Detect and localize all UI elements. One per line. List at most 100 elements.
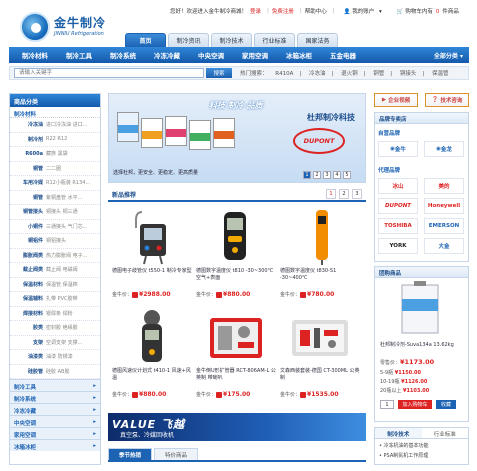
brand-logo[interactable]: 大金 bbox=[424, 238, 464, 254]
product-card[interactable]: 金牛倒U形扩管器 RCT-806AM-L 公英制 带喇叭 金牛价： ¥175.00 bbox=[194, 308, 278, 403]
nav-item[interactable]: 冰箱冰柜 bbox=[277, 50, 321, 60]
category-label[interactable]: 截止阀类 bbox=[10, 266, 46, 273]
category-subitems[interactable]: 铜接头 铜三通 bbox=[46, 208, 78, 215]
sidebar-category-row[interactable]: 铜管 二二圈 bbox=[10, 162, 100, 176]
category-subitems[interactable]: 藏族 黑袋 bbox=[46, 150, 68, 157]
category-label[interactable]: 车用冷媒 bbox=[10, 179, 46, 186]
brand-logo[interactable]: TOSHIBA bbox=[378, 218, 418, 234]
sidebar-category-row[interactable]: R600a 藏族 黑袋 bbox=[10, 147, 100, 162]
nav-item[interactable]: 中央空调 bbox=[189, 50, 233, 60]
nav-item[interactable]: 家用空调 bbox=[233, 50, 277, 60]
tab-season-hot[interactable]: 季节热销 bbox=[108, 448, 152, 460]
sidebar-category-row[interactable]: 制冷剂 R22 R12 bbox=[10, 133, 100, 147]
category-subitems[interactable]: 扎带 PVC胶带 bbox=[46, 295, 78, 302]
banner-page[interactable]: 2 bbox=[313, 171, 321, 179]
nav-item[interactable]: 制冷系统 bbox=[101, 50, 145, 60]
category-label[interactable]: 铜管接头 bbox=[10, 208, 46, 215]
sidebar-category-row[interactable]: 截止阀类 截止阀 电磁阀 bbox=[10, 263, 100, 278]
product-card[interactable]: 文森西装套装-德国 CT-300ML 公英制 金牛价： ¥1535.00 bbox=[278, 308, 362, 403]
category-label[interactable]: 硅胶管 bbox=[10, 368, 46, 375]
category-label[interactable]: 冷冻油 bbox=[10, 121, 46, 128]
refrigerant-cylinder-image[interactable] bbox=[398, 281, 442, 335]
sidebar-bottom-category[interactable]: 中央空调 ▸ bbox=[10, 415, 100, 427]
brand-logo[interactable]: 冰山 bbox=[378, 178, 418, 194]
search-button[interactable]: 搜索 bbox=[206, 68, 232, 78]
banner-page[interactable]: 1 bbox=[303, 171, 311, 179]
hot-link[interactable]: 退火铜 bbox=[341, 71, 358, 77]
tab-law[interactable]: 国家法务 bbox=[297, 33, 338, 47]
category-label[interactable]: 焊接材料 bbox=[10, 310, 46, 317]
site-logo[interactable]: 金牛制冷 JINNIU Refrigeration bbox=[20, 12, 115, 46]
tab-tech[interactable]: 制冷技术 bbox=[211, 33, 252, 47]
tab-tech-news[interactable]: 制冷技术 bbox=[375, 428, 422, 438]
promo-banner[interactable]: 科技 制冷 品质 杜邦制冷科技 DUPONT 选择杜邦，更安全、更稳定、更高质量… bbox=[108, 93, 366, 183]
product-card[interactable]: 德图数字温度仪 t830-S1 -30~400℃ 金牛价： ¥780.00 bbox=[278, 208, 362, 303]
tab-home[interactable]: 首页 bbox=[125, 33, 166, 47]
product-name[interactable]: 金牛倒U形扩管器 RCT-806AM-L 公英制 带喇叭 bbox=[196, 368, 276, 382]
sidebar-bottom-category[interactable]: 冷冻冷藏 ▸ bbox=[10, 403, 100, 415]
sidebar-category-row[interactable]: 铜铝件 铜铝接头 bbox=[10, 234, 100, 249]
banner-page[interactable]: 5 bbox=[343, 171, 351, 179]
brand-logo[interactable]: EMERSON bbox=[424, 218, 464, 234]
nav-item[interactable]: 五金电器 bbox=[321, 50, 365, 60]
banner-page[interactable]: 4 bbox=[333, 171, 341, 179]
brand-logo[interactable]: 美的 bbox=[424, 178, 464, 194]
tab-industry-standards[interactable]: 行业标准 bbox=[422, 428, 469, 438]
sidebar-category-row[interactable]: 铜管 紫铜盘管 水平... bbox=[10, 191, 100, 205]
sidebar-group-title[interactable]: 制冷材料 bbox=[10, 107, 100, 118]
category-label[interactable]: 支架 bbox=[10, 339, 46, 346]
category-subitems[interactable]: 空调支架 支撑... bbox=[46, 339, 82, 346]
nav-item[interactable]: 制冷材料 bbox=[13, 50, 57, 60]
hot-link[interactable]: 保温管 bbox=[432, 71, 449, 77]
products-page[interactable]: 2 bbox=[339, 189, 349, 199]
category-label[interactable]: R600a bbox=[10, 151, 46, 157]
login-link[interactable]: 登录 bbox=[250, 7, 261, 15]
brand-logo[interactable]: Honeywell bbox=[424, 198, 464, 214]
search-input[interactable] bbox=[14, 68, 204, 78]
brand-logo[interactable]: ◉ 金牛 bbox=[378, 141, 418, 157]
category-label[interactable]: 油漆类 bbox=[10, 353, 46, 360]
add-to-cart-button[interactable]: 加入购物车 bbox=[398, 400, 432, 409]
sidebar-bottom-category[interactable]: 制冷工具 ▸ bbox=[10, 379, 100, 391]
sidebar-category-row[interactable]: 冷冻油 进口冷冻油 进口... bbox=[10, 118, 100, 133]
tech-consult-button[interactable]: ❓ 技术咨询 bbox=[425, 93, 469, 107]
nav-item[interactable]: 冷冻冷藏 bbox=[145, 50, 189, 60]
category-subitems[interactable]: R12小瓶装 R134... bbox=[46, 179, 90, 186]
hot-link[interactable]: 冷冻油 bbox=[309, 71, 326, 77]
category-subitems[interactable]: 保温管 保温棉 bbox=[46, 281, 78, 288]
category-subitems[interactable]: R22 R12 bbox=[46, 136, 67, 142]
tab-standards[interactable]: 行业标准 bbox=[254, 33, 295, 47]
sidebar-category-row[interactable]: 车用冷媒 R12小瓶装 R134... bbox=[10, 176, 100, 191]
tab-special-offers[interactable]: 特价商品 bbox=[154, 448, 198, 460]
category-subitems[interactable]: 银焊条 焊粉 bbox=[46, 310, 73, 317]
category-subitems[interactable]: 截止阀 电磁阀 bbox=[46, 266, 78, 273]
sidebar-category-row[interactable]: 铜管接头 铜接头 铜三通 bbox=[10, 205, 100, 220]
hot-link[interactable]: 铜接头 bbox=[400, 71, 417, 77]
sidebar-category-row[interactable]: 膨胀阀类 热力膨胀阀 电子... bbox=[10, 249, 100, 263]
product-card[interactable]: 德图数字温度仪 t810 -30~300℃ 空气+表面 金牛价： ¥880.00 bbox=[194, 208, 278, 303]
category-subitems[interactable]: 铜铝接头 bbox=[46, 237, 66, 244]
quantity-input[interactable]: 1 bbox=[380, 400, 394, 409]
sidebar-category-row[interactable]: 焊接材料 银焊条 焊粉 bbox=[10, 307, 100, 321]
account-link[interactable]: 👤 我的账户 ▾ bbox=[344, 7, 382, 15]
product-name[interactable]: 文森西装套装-德国 CT-300ML 公英制 bbox=[280, 368, 360, 382]
help-link[interactable]: 帮助中心 bbox=[305, 7, 327, 15]
sidebar-category-row[interactable]: 保温材料 保温管 保温棉 bbox=[10, 278, 100, 292]
hot-link[interactable]: R410A bbox=[275, 71, 293, 77]
register-link[interactable]: 免费注册 bbox=[272, 7, 294, 15]
sidebar-category-row[interactable]: 小铜件 三通接头 气门芯... bbox=[10, 220, 100, 234]
favorite-button[interactable]: 收藏 bbox=[436, 400, 456, 409]
sidebar-category-row[interactable]: 硅胶管 硅胶 AB胶 bbox=[10, 365, 100, 379]
category-subitems[interactable]: 进口冷冻油 进口... bbox=[46, 121, 87, 128]
category-label[interactable]: 铜铝件 bbox=[10, 237, 46, 244]
category-label[interactable]: 小铜件 bbox=[10, 223, 46, 230]
hot-link[interactable]: 铜管 bbox=[373, 71, 384, 77]
category-label[interactable]: 铜管 bbox=[10, 165, 46, 172]
products-page[interactable]: 3 bbox=[352, 189, 362, 199]
category-label[interactable]: 保温材料 bbox=[10, 281, 46, 288]
brand-logo[interactable]: DUPONT bbox=[378, 198, 418, 214]
news-item[interactable]: • 冷冻机油的基本功能 bbox=[375, 439, 468, 452]
enterprise-video-button[interactable]: ▶ 企业视频 bbox=[374, 93, 418, 107]
brand-logo[interactable]: YORK bbox=[378, 238, 418, 254]
products-page[interactable]: 1 bbox=[326, 189, 336, 199]
